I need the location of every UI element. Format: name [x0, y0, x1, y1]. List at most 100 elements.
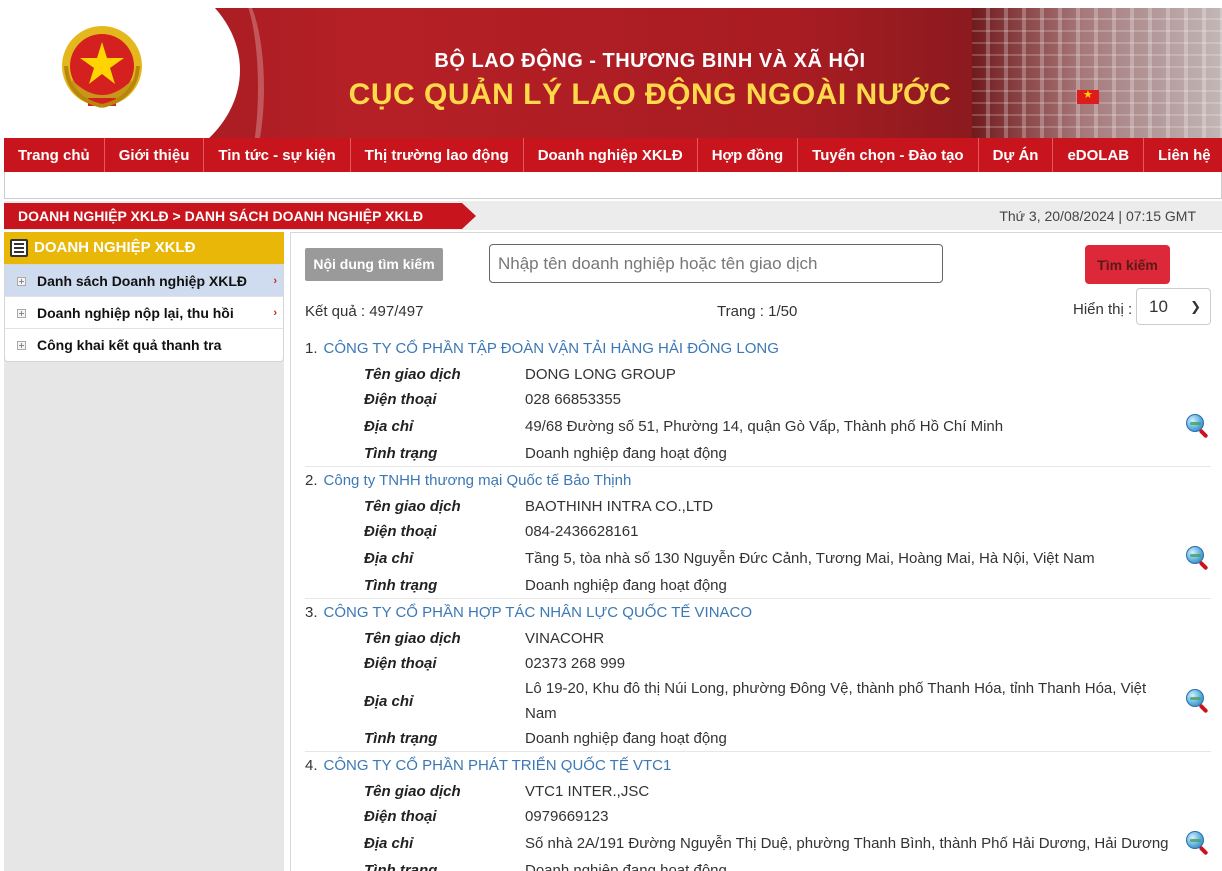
nav-item-home[interactable]: Trang chủ	[4, 138, 105, 172]
breadcrumb-separator: >	[168, 208, 185, 224]
nav-item-labor-market[interactable]: Thị trường lao động	[351, 138, 524, 172]
sidebar-item-label: Công khai kết quả thanh tra	[37, 337, 222, 353]
status-label: Tình trạng	[364, 577, 438, 594]
department-name: CỤC QUẢN LÝ LAO ĐỘNG NGOÀI NƯỚC	[348, 78, 952, 111]
trade-name-value: VTC1 INTER.,JSC	[525, 783, 650, 800]
globe-search-icon[interactable]	[1185, 830, 1211, 856]
sidebar-item-label: Danh sách Doanh nghiệp XKLĐ	[37, 273, 248, 289]
sub-nav-bar	[4, 172, 1222, 199]
status-label: Tình trạng	[364, 862, 438, 871]
company-list: 1. CÔNG TY CỔ PHẦN TẬP ĐOÀN VẬN TẢI HÀNG …	[305, 335, 1211, 871]
sidebar-item-label: Doanh nghiệp nộp lại, thu hồi	[37, 305, 234, 321]
trade-name-value: VINACOHR	[525, 630, 605, 647]
nav-item-projects[interactable]: Dự Án	[979, 138, 1054, 172]
trade-name-label: Tên giao dịch	[364, 783, 461, 800]
nav-item-about[interactable]: Giới thiệu	[105, 138, 205, 172]
address-value: 49/68 Đường số 51, Phường 14, quận Gò Vấ…	[525, 418, 1004, 435]
header-banner: BỘ LAO ĐỘNG - THƯƠNG BINH VÀ XÃ HỘI CỤC …	[0, 0, 1222, 180]
page-indicator: Trang : 1/50	[717, 303, 798, 320]
nav-item-edolab[interactable]: eDOLAB	[1053, 138, 1145, 172]
company-entry: 2. Công ty TNHH thương mại Quốc tế Bảo Th…	[305, 467, 1211, 599]
breadcrumb: DOANH NGHIỆP XKLĐ > DANH SÁCH DOANH NGHI…	[4, 203, 476, 229]
address-label: Địa chỉ	[364, 692, 414, 710]
search-input[interactable]	[489, 244, 943, 283]
phone-value: 02373 268 999	[525, 655, 626, 672]
company-title: 2. Công ty TNHH thương mại Quốc tế Bảo Th…	[305, 467, 1211, 494]
breadcrumb-section[interactable]: DOANH NGHIỆP XKLĐ	[18, 208, 169, 224]
ministry-name: BỘ LAO ĐỘNG - THƯƠNG BINH VÀ XÃ HỘI	[434, 50, 866, 72]
trade-name-label: Tên giao dịch	[364, 498, 461, 515]
vietnam-national-emblem-icon[interactable]	[52, 20, 152, 120]
breadcrumb-bar: DOANH NGHIỆP XKLĐ > DANH SÁCH DOANH NGHI…	[4, 201, 1222, 230]
company-name-link[interactable]: Công ty TNHH thương mại Quốc tế Bảo Thịn…	[324, 472, 632, 489]
sidebar-header: DOANH NGHIỆP XKLĐ	[4, 232, 284, 264]
search-label: Nội dung tìm kiếm	[305, 248, 443, 281]
phone-value: 084-2436628161	[525, 523, 639, 540]
trade-name-value: DONG LONG GROUP	[525, 366, 676, 383]
phone-value: 0979669123	[525, 808, 609, 825]
main-nav: Trang chủ Giới thiệu Tin tức - sự kiện T…	[4, 138, 1222, 172]
search-button[interactable]: Tìm kiếm	[1085, 245, 1170, 284]
company-name-link[interactable]: CÔNG TY CỔ PHẦN TẬP ĐOÀN VẬN TẢI HÀNG HẢ…	[324, 340, 779, 357]
address-value: Tầng 5, tòa nhà số 130 Nguyễn Đức Cảnh, …	[525, 550, 1095, 567]
main-content: Nội dung tìm kiếm Tìm kiếm Kết quả : 497…	[290, 232, 1222, 871]
company-title: 3. CÔNG TY CỔ PHẦN HỢP TÁC NHÂN LỰC QUỐC …	[305, 599, 1211, 626]
trade-name-label: Tên giao dịch	[364, 630, 461, 647]
company-index: 1.	[305, 340, 318, 357]
globe-search-icon[interactable]	[1185, 413, 1211, 439]
phone-label: Điện thoại	[364, 808, 437, 825]
company-index: 3.	[305, 604, 318, 621]
chevron-right-icon: ›	[273, 275, 277, 287]
status-value: Doanh nghiệp đang hoạt động	[525, 862, 727, 871]
address-label: Địa chỉ	[364, 550, 414, 567]
sidebar-item-inspection-results[interactable]: Công khai kết quả thanh tra	[5, 329, 283, 361]
chevron-down-icon: ❯	[1190, 299, 1201, 314]
chevron-right-icon: ›	[273, 307, 277, 319]
status-value: Doanh nghiệp đang hoạt động	[525, 445, 727, 462]
trade-name-label: Tên giao dịch	[364, 366, 461, 383]
phone-label: Điện thoại	[364, 523, 437, 540]
result-count: Kết quả : 497/497	[305, 303, 424, 320]
address-label: Địa chỉ	[364, 418, 414, 435]
company-index: 2.	[305, 472, 318, 489]
phone-label: Điện thoại	[364, 391, 437, 408]
sidebar-item-enterprise-list[interactable]: Danh sách Doanh nghiệp XKLĐ ›	[5, 265, 283, 297]
list-icon	[10, 239, 28, 257]
company-title: 1. CÔNG TY CỔ PHẦN TẬP ĐOÀN VẬN TẢI HÀNG …	[305, 335, 1211, 362]
sidebar: DOANH NGHIỆP XKLĐ Danh sách Doanh nghiệp…	[4, 232, 284, 871]
page-size-select[interactable]: 10 ❯	[1136, 288, 1211, 325]
phone-label: Điện thoại	[364, 655, 437, 672]
company-name-link[interactable]: CÔNG TY CỔ PHẦN PHÁT TRIỂN QUỐC TẾ VTC1	[324, 757, 672, 774]
trade-name-value: BAOTHINH INTRA CO.,LTD	[525, 498, 714, 515]
company-entry: 3. CÔNG TY CỔ PHẦN HỢP TÁC NHÂN LỰC QUỐC …	[305, 599, 1211, 752]
current-datetime: Thứ 3, 20/08/2024 | 07:15 GMT	[999, 208, 1196, 224]
nav-item-enterprises[interactable]: Doanh nghiệp XKLĐ	[524, 138, 698, 172]
status-value: Doanh nghiệp đang hoạt động	[525, 730, 727, 747]
page-size-value: 10	[1149, 297, 1168, 316]
address-label: Địa chỉ	[364, 835, 414, 852]
company-name-link[interactable]: CÔNG TY CỔ PHẦN HỢP TÁC NHÂN LỰC QUỐC TẾ…	[324, 604, 753, 621]
status-value: Doanh nghiệp đang hoạt động	[525, 577, 727, 594]
expand-icon	[17, 277, 26, 286]
page-size-label: Hiển thị :	[1073, 301, 1133, 318]
phone-value: 028 66853355	[525, 391, 621, 408]
status-label: Tình trạng	[364, 730, 438, 747]
company-entry: 4. CÔNG TY CỔ PHẦN PHÁT TRIỂN QUỐC TẾ VTC…	[305, 752, 1211, 871]
expand-icon	[17, 341, 26, 350]
globe-search-icon[interactable]	[1185, 545, 1211, 571]
status-label: Tình trạng	[364, 445, 438, 462]
sidebar-menu: Danh sách Doanh nghiệp XKLĐ › Doanh nghi…	[4, 264, 284, 362]
company-index: 4.	[305, 757, 318, 774]
nav-item-recruitment[interactable]: Tuyển chọn - Đào tạo	[798, 138, 979, 172]
company-title: 4. CÔNG TY CỔ PHẦN PHÁT TRIỂN QUỐC TẾ VTC…	[305, 752, 1211, 779]
building-photo	[972, 8, 1222, 138]
company-entry: 1. CÔNG TY CỔ PHẦN TẬP ĐOÀN VẬN TẢI HÀNG …	[305, 335, 1211, 467]
nav-item-contracts[interactable]: Hợp đồng	[698, 138, 799, 172]
nav-item-contact[interactable]: Liên hệ	[1144, 138, 1222, 172]
globe-search-icon[interactable]	[1185, 688, 1211, 714]
nav-item-news[interactable]: Tin tức - sự kiện	[204, 138, 351, 172]
sidebar-title: DOANH NGHIỆP XKLĐ	[34, 239, 196, 256]
sidebar-item-revoked-enterprises[interactable]: Doanh nghiệp nộp lại, thu hồi ›	[5, 297, 283, 329]
flag-icon	[1077, 88, 1099, 104]
breadcrumb-page[interactable]: DANH SÁCH DOANH NGHIỆP XKLĐ	[185, 208, 424, 224]
